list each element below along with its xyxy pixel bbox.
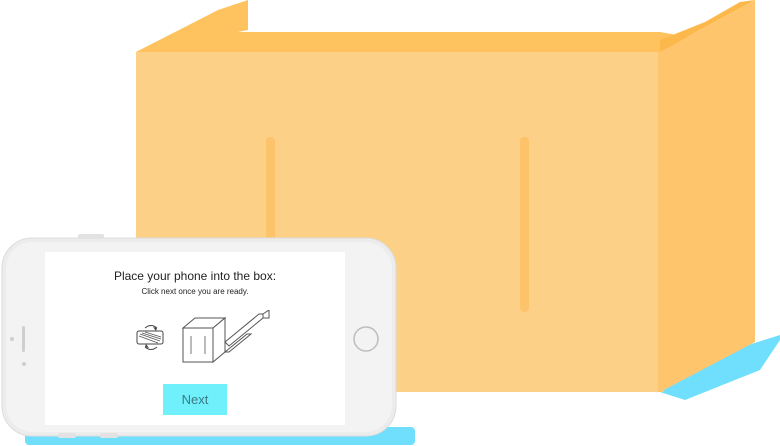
rotate-phone-icon: [136, 325, 164, 350]
phone-camera: [10, 337, 14, 341]
phone-bottom-button-left: [58, 433, 76, 438]
instruction-title: Place your phone into the box:: [113, 269, 277, 283]
box-diagram-icon: [181, 310, 270, 364]
box-side-panel: [660, 0, 755, 392]
box-slot-right: [520, 137, 529, 312]
phone-speaker: [22, 326, 25, 352]
next-button[interactable]: Next: [163, 384, 227, 415]
instruction-subtitle: Click next once you are ready.: [141, 287, 249, 296]
box-front-edge: [658, 52, 664, 392]
phone-sensor: [22, 362, 26, 366]
phone-top-button: [78, 234, 104, 239]
phone-home-button[interactable]: [353, 326, 379, 352]
box-top-rim: [136, 32, 705, 52]
phone-bottom-button-right: [100, 433, 118, 438]
phone-screen: Place your phone into the box: Click nex…: [45, 252, 345, 425]
